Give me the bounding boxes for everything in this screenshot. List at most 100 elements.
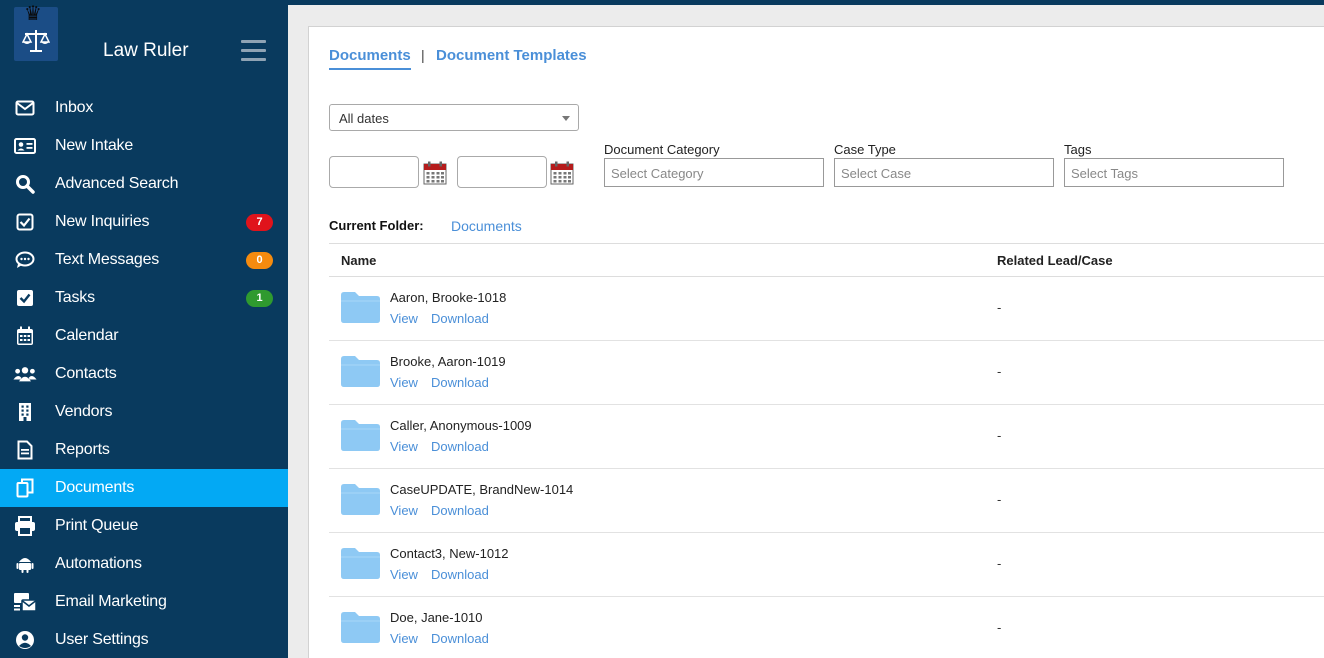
sidebar-item-calendar[interactable]: Calendar: [0, 317, 288, 355]
folder-icon: [341, 612, 380, 643]
table-row: CaseUPDATE, BrandNew-1014 View Download …: [329, 469, 1324, 533]
table-row: Brooke, Aaron-1019 View Download -: [329, 341, 1324, 405]
tags-label: Tags: [1064, 142, 1092, 157]
view-link[interactable]: View: [390, 631, 418, 646]
hamburger-menu-icon[interactable]: [241, 40, 266, 62]
sidebar-item-label: Calendar: [55, 327, 119, 344]
checkbox-icon: [13, 212, 37, 232]
row-related: -: [997, 428, 1002, 443]
top-bar: [288, 0, 1324, 5]
folder-icon: [341, 356, 380, 387]
text-messages-count-badge: 0: [246, 252, 273, 269]
sidebar-item-tasks[interactable]: Tasks 1: [0, 279, 288, 317]
table-row: Caller, Anonymous-1009 View Download -: [329, 405, 1324, 469]
crown-icon: ♛: [24, 3, 42, 25]
row-name: Contact3, New-1012: [390, 546, 509, 561]
date-range-selected-value: All dates: [339, 111, 389, 126]
chevron-down-icon: [562, 116, 570, 121]
building-icon: [13, 402, 37, 422]
view-link[interactable]: View: [390, 439, 418, 454]
sidebar-item-vendors[interactable]: Vendors: [0, 393, 288, 431]
tags-input[interactable]: Select Tags: [1064, 158, 1284, 187]
start-date-calendar-icon[interactable]: [423, 161, 447, 185]
folder-icon: [341, 484, 380, 515]
document-category-label: Document Category: [604, 142, 720, 157]
table-row: Doe, Jane-1010 View Download -: [329, 597, 1324, 658]
search-icon: [13, 174, 37, 194]
sidebar-item-label: Text Messages: [55, 251, 160, 268]
column-header-related[interactable]: Related Lead/Case: [997, 253, 1113, 268]
sidebar-item-automations[interactable]: Automations: [0, 545, 288, 583]
sidebar-item-label: Reports: [55, 441, 110, 458]
brand-header: ♛ Law Ruler: [0, 0, 288, 90]
row-related: -: [997, 620, 1002, 635]
tab-separator: |: [421, 47, 425, 63]
sidebar-item-label: User Settings: [55, 631, 149, 648]
download-link[interactable]: Download: [431, 567, 489, 582]
id-card-icon: [13, 136, 37, 156]
download-link[interactable]: Download: [431, 631, 489, 646]
view-link[interactable]: View: [390, 503, 418, 518]
sidebar-item-label: Vendors: [55, 403, 113, 420]
table-header: Name Related Lead/Case: [329, 243, 1324, 277]
table-row: Aaron, Brooke-1018 View Download -: [329, 277, 1324, 341]
document-category-input[interactable]: Select Category: [604, 158, 824, 187]
date-range-select[interactable]: All dates: [329, 104, 579, 131]
case-type-label: Case Type: [834, 142, 896, 157]
sidebar-item-label: Advanced Search: [55, 175, 179, 192]
sidebar-item-label: Automations: [55, 555, 142, 572]
sidebar-item-label: Email Marketing: [55, 593, 167, 610]
view-link[interactable]: View: [390, 375, 418, 390]
sidebar-item-label: Contacts: [55, 365, 117, 382]
download-link[interactable]: Download: [431, 375, 489, 390]
sidebar-item-reports[interactable]: Reports: [0, 431, 288, 469]
sidebar-item-inbox[interactable]: Inbox: [0, 89, 288, 127]
row-related: -: [997, 492, 1002, 507]
sidebar-item-print-queue[interactable]: Print Queue: [0, 507, 288, 545]
sidebar-item-new-intake[interactable]: New Intake: [0, 127, 288, 165]
download-link[interactable]: Download: [431, 439, 489, 454]
download-link[interactable]: Download: [431, 503, 489, 518]
row-name: Aaron, Brooke-1018: [390, 290, 507, 305]
sidebar-item-documents[interactable]: Documents: [0, 469, 288, 507]
sidebar-item-contacts[interactable]: Contacts: [0, 355, 288, 393]
file-text-icon: [13, 440, 37, 460]
tab-documents[interactable]: Documents: [329, 47, 411, 64]
sidebar-item-text-messages[interactable]: Text Messages 0: [0, 241, 288, 279]
row-related: -: [997, 556, 1002, 571]
end-date-input[interactable]: [457, 156, 547, 188]
new-inquiries-count-badge: 7: [246, 214, 273, 231]
view-link[interactable]: View: [390, 567, 418, 582]
sidebar-item-label: Documents: [55, 479, 135, 496]
sidebar-nav: Inbox New Intake Advanced Search New Inq…: [0, 89, 288, 658]
sidebar-item-new-inquiries[interactable]: New Inquiries 7: [0, 203, 288, 241]
start-date-input[interactable]: [329, 156, 419, 188]
folder-icon: [341, 420, 380, 451]
tab-document-templates[interactable]: Document Templates: [436, 47, 587, 64]
printer-icon: [13, 516, 37, 536]
users-icon: [13, 364, 37, 384]
current-folder-label: Current Folder:: [329, 218, 424, 233]
android-icon: [13, 554, 37, 574]
sidebar-item-label: Print Queue: [55, 517, 139, 534]
case-type-input[interactable]: Select Case: [834, 158, 1054, 187]
sidebar-item-user-settings[interactable]: User Settings: [0, 621, 288, 658]
sidebar: ♛ Law Ruler Inbox New Intake Advanced Se…: [0, 0, 288, 658]
check-square-icon: [13, 288, 37, 308]
sidebar-item-email-marketing[interactable]: Email Marketing: [0, 583, 288, 621]
law-ruler-logo[interactable]: ♛: [14, 3, 58, 61]
row-related: -: [997, 300, 1002, 315]
copy-icon: [13, 478, 37, 498]
chat-icon: [13, 250, 37, 270]
row-name: Brooke, Aaron-1019: [390, 354, 506, 369]
envelope-icon: [13, 98, 37, 118]
end-date-calendar-icon[interactable]: [550, 161, 574, 185]
download-link[interactable]: Download: [431, 311, 489, 326]
column-header-name[interactable]: Name: [341, 253, 376, 268]
sidebar-item-advanced-search[interactable]: Advanced Search: [0, 165, 288, 203]
row-name: CaseUPDATE, BrandNew-1014: [390, 482, 574, 497]
scales-icon: [22, 30, 50, 52]
current-folder-link[interactable]: Documents: [451, 218, 522, 234]
view-link[interactable]: View: [390, 311, 418, 326]
tasks-count-badge: 1: [246, 290, 273, 307]
